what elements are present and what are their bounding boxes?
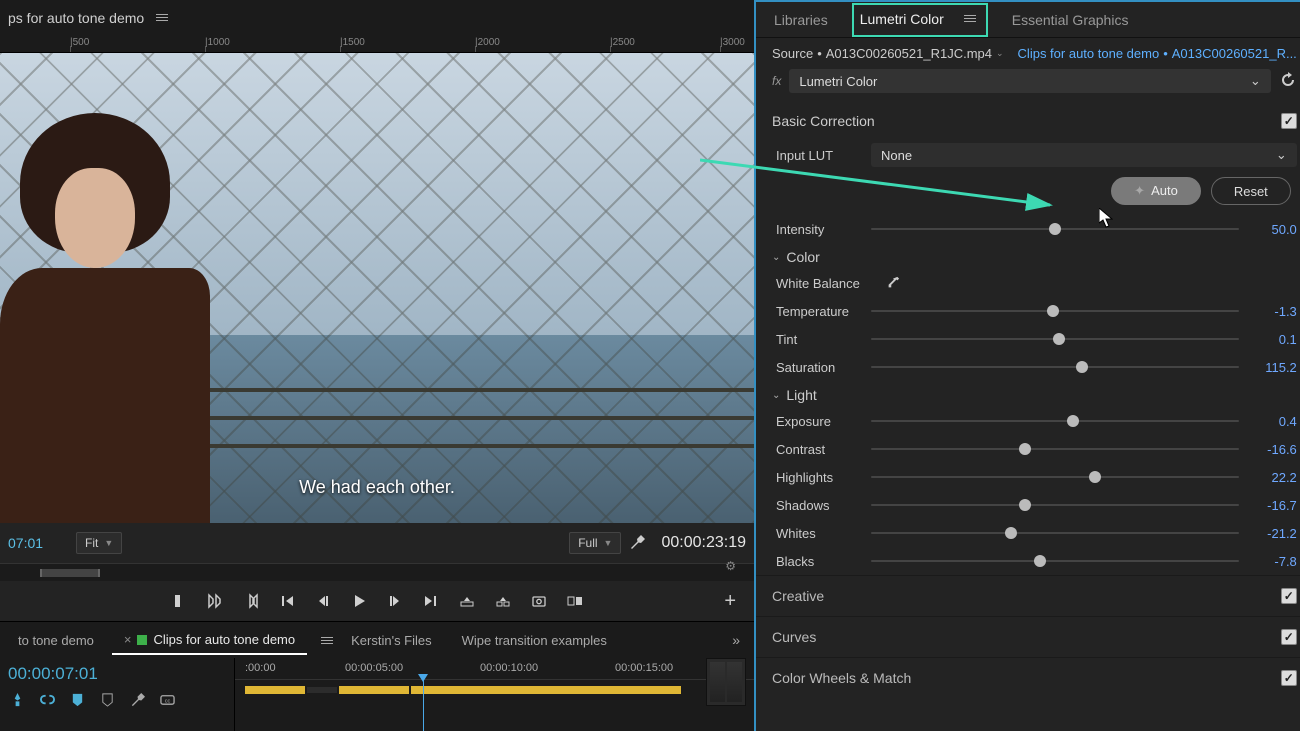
reset-button[interactable]: Reset	[1211, 177, 1291, 205]
add-button-icon[interactable]: +	[724, 590, 736, 613]
add-marker-icon[interactable]	[68, 690, 86, 708]
tab-essential-graphics[interactable]: Essential Graphics	[1012, 8, 1129, 32]
timeline-tracks[interactable]: :00:0000:00:05:0000:00:10:0000:00:15:00	[235, 658, 754, 731]
temperature-slider[interactable]	[871, 310, 1239, 312]
shadows-slider[interactable]	[871, 504, 1239, 506]
reset-effect-icon[interactable]	[1279, 71, 1297, 92]
section-curves[interactable]: Curves	[756, 616, 1300, 657]
lumetri-panel: Libraries Lumetri Color Essential Graphi…	[756, 0, 1300, 731]
comparison-view-icon[interactable]	[566, 592, 584, 610]
section-checkbox[interactable]	[1281, 588, 1297, 604]
export-frame-icon[interactable]	[530, 592, 548, 610]
panel-tabs: Libraries Lumetri Color Essential Graphi…	[756, 2, 1300, 38]
source-clip-row: Source • A013C00260521_R1JC.mp4 ⌄ Clips …	[756, 38, 1300, 65]
sequence-link[interactable]: Clips for auto tone demo	[1018, 46, 1160, 61]
program-controls-row: 07:01 Fit▼ Full▼ 00:00:23:19	[0, 523, 754, 563]
tint-slider[interactable]	[871, 338, 1239, 340]
eyedropper-icon[interactable]	[886, 276, 900, 290]
saturation-slider[interactable]	[871, 366, 1239, 368]
master-clip-link[interactable]: A013C00260521_R...	[1172, 46, 1297, 61]
tab-lumetri-color[interactable]: Lumetri Color	[860, 7, 944, 31]
audio-meters	[706, 658, 746, 706]
blacks-slider[interactable]	[871, 560, 1239, 562]
fx-badge-icon: fx	[772, 74, 781, 88]
chevron-down-icon: ⌄	[1250, 73, 1261, 89]
section-creative[interactable]: Creative	[756, 575, 1300, 616]
lift-icon[interactable]	[458, 592, 476, 610]
program-ruler: |500|1000|1500|2000|2500|3000	[0, 35, 754, 53]
tab-lumetri-color-highlight: Lumetri Color	[852, 3, 988, 37]
timeline-settings-icon[interactable]	[98, 690, 116, 708]
intensity-value[interactable]: 50.0	[1249, 222, 1297, 237]
zoom-fit-dropdown[interactable]: Fit▼	[76, 532, 122, 554]
timeline-tab[interactable]: ×Clips for auto tone demo	[112, 626, 307, 655]
timeline-overflow-icon[interactable]: »	[724, 632, 748, 648]
basic-correction-header[interactable]: Basic Correction	[756, 103, 1300, 139]
tab-libraries[interactable]: Libraries	[774, 8, 828, 32]
auto-button[interactable]: ✦Auto	[1111, 177, 1201, 205]
intensity-row: Intensity 50.0	[756, 215, 1300, 243]
highlights-slider[interactable]	[871, 476, 1239, 478]
timeline-tab[interactable]: to tone demo	[6, 627, 106, 654]
contrast-slider[interactable]	[871, 448, 1239, 450]
button-editor-icon[interactable]: ⚙	[725, 559, 736, 573]
exposure-slider[interactable]	[871, 420, 1239, 422]
whites-slider[interactable]	[871, 532, 1239, 534]
program-title: ps for auto tone demo	[8, 10, 144, 26]
mark-clip-icon[interactable]	[242, 592, 260, 610]
basic-correction-checkbox[interactable]	[1281, 113, 1297, 129]
timeline-timecode[interactable]: 00:00:07:01	[8, 664, 226, 684]
linked-selection-icon[interactable]	[38, 690, 56, 708]
timeline-tab-menu-icon[interactable]	[321, 637, 333, 644]
section-checkbox[interactable]	[1281, 670, 1297, 686]
settings-wrench-icon[interactable]	[629, 534, 645, 553]
program-monitor[interactable]: We had each other.	[0, 53, 754, 523]
svg-text:cc: cc	[164, 698, 170, 704]
light-group-header[interactable]: ⌄Light	[756, 381, 1300, 407]
play-icon[interactable]	[350, 592, 368, 610]
timecode-duration: 00:00:23:19	[661, 534, 746, 552]
timeline-tab[interactable]: Wipe transition examples	[450, 627, 619, 654]
step-forward-icon[interactable]	[386, 592, 404, 610]
program-monitor-header: ps for auto tone demo	[0, 0, 754, 35]
timeline-tab[interactable]: Kerstin's Files	[339, 627, 444, 654]
step-back-icon[interactable]	[314, 592, 332, 610]
go-to-out-icon[interactable]	[422, 592, 440, 610]
intensity-slider[interactable]	[871, 228, 1239, 230]
section-checkbox[interactable]	[1281, 629, 1297, 645]
mark-in-icon[interactable]	[170, 592, 188, 610]
timeline-header: 00:00:07:01 cc	[0, 658, 235, 731]
timecode-current[interactable]: 07:01	[8, 535, 68, 551]
captions-icon[interactable]: cc	[158, 690, 176, 708]
extract-icon[interactable]	[494, 592, 512, 610]
transport-controls: ⚙ +	[0, 581, 754, 621]
color-group-header[interactable]: ⌄Color	[756, 243, 1300, 269]
panel-menu-icon[interactable]	[156, 14, 168, 21]
go-to-in-icon[interactable]	[278, 592, 296, 610]
effect-dropdown[interactable]: Lumetri Color ⌄	[789, 69, 1270, 93]
resolution-dropdown[interactable]: Full▼	[569, 532, 621, 554]
timeline-tabs: to tone demo×Clips for auto tone demo Ker…	[0, 622, 754, 658]
program-scrubber[interactable]	[0, 563, 754, 581]
timeline-wrench-icon[interactable]	[128, 690, 146, 708]
lumetri-panel-menu-icon[interactable]	[964, 15, 976, 22]
mark-out-icon[interactable]	[206, 592, 224, 610]
source-dropdown-icon[interactable]: ⌄	[996, 48, 1004, 59]
section-color-wheels-match[interactable]: Color Wheels & Match	[756, 657, 1300, 698]
snap-icon[interactable]	[8, 690, 26, 708]
video-frame	[0, 53, 754, 523]
input-lut-dropdown[interactable]: None ⌄	[871, 143, 1297, 167]
caption-text: We had each other.	[299, 477, 455, 498]
